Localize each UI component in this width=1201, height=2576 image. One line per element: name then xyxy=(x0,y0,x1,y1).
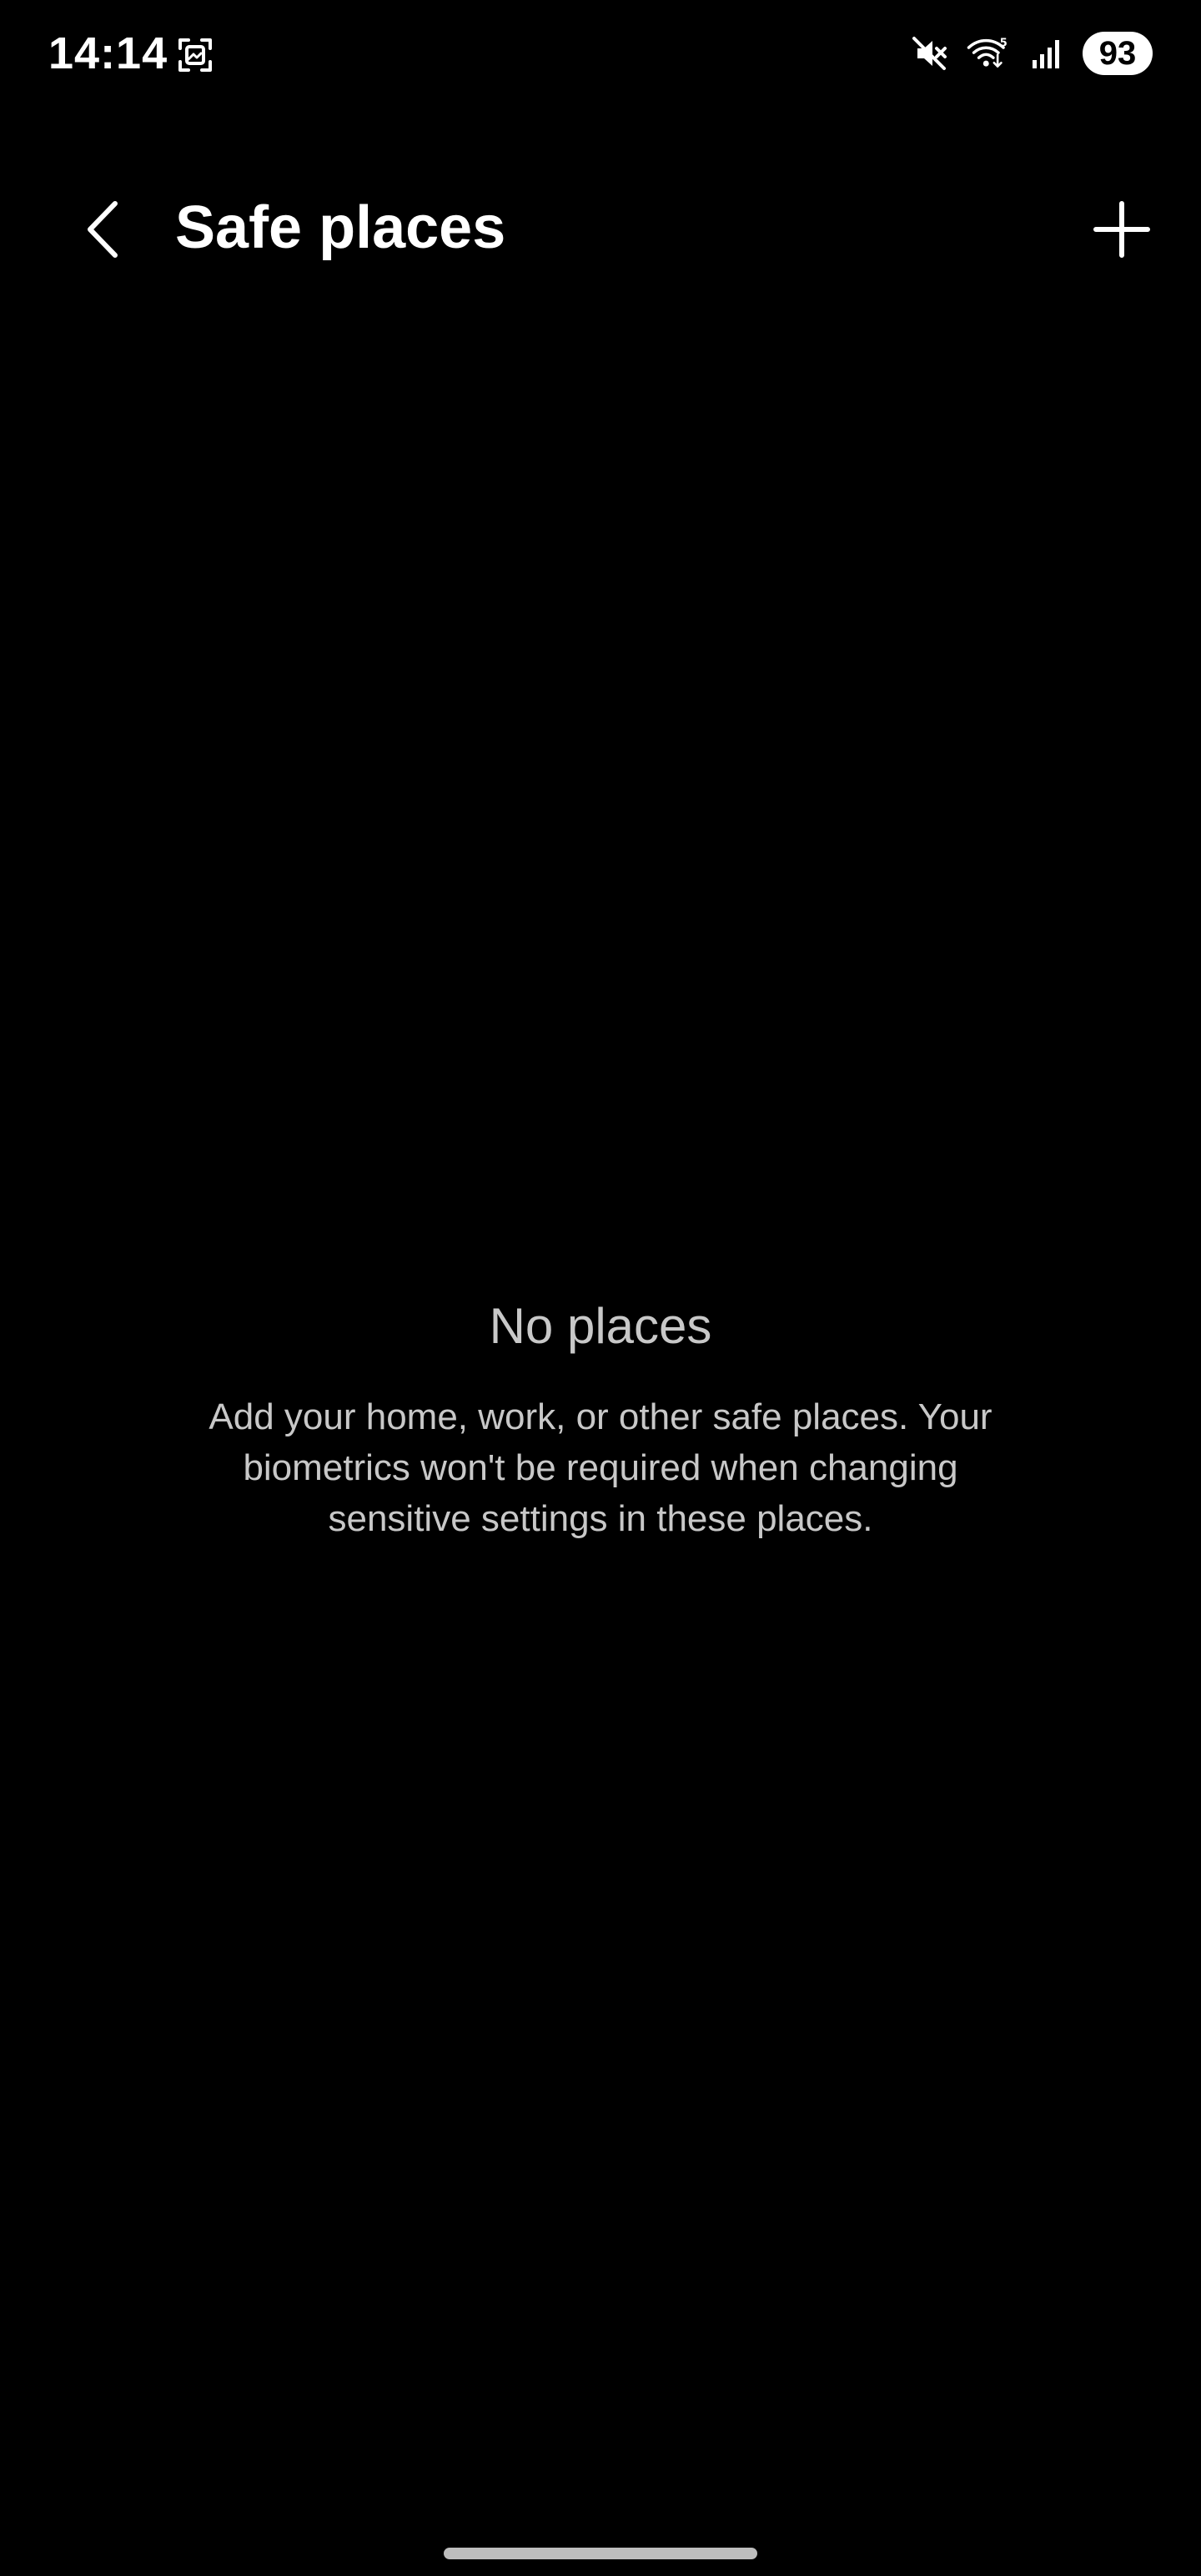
empty-state-description: Add your home, work, or other safe place… xyxy=(209,1396,992,1539)
empty-state: No places Add your home, work, or other … xyxy=(0,1293,1201,1544)
empty-state-title: No places xyxy=(489,1298,712,1354)
status-time: 14:14 xyxy=(48,28,168,78)
add-place-button[interactable] xyxy=(1078,185,1166,274)
gesture-handle[interactable] xyxy=(444,2548,757,2559)
wifi-badge-text: 5 xyxy=(1000,37,1008,49)
mute-icon xyxy=(912,37,947,70)
chevron-left-icon xyxy=(88,201,118,258)
status-bar: 14:14 5 93 xyxy=(0,0,1201,108)
wifi-icon: 5 xyxy=(967,37,1008,68)
battery-level: 93 xyxy=(1083,32,1153,75)
app-bar: Safe places xyxy=(0,150,1201,300)
screenshot-icon xyxy=(178,38,212,72)
back-button[interactable] xyxy=(65,192,140,267)
signal-icon xyxy=(1033,40,1059,68)
plus-icon xyxy=(1093,201,1150,258)
page-title: Safe places xyxy=(175,194,506,261)
status-icons: 5 93 xyxy=(907,28,1153,78)
